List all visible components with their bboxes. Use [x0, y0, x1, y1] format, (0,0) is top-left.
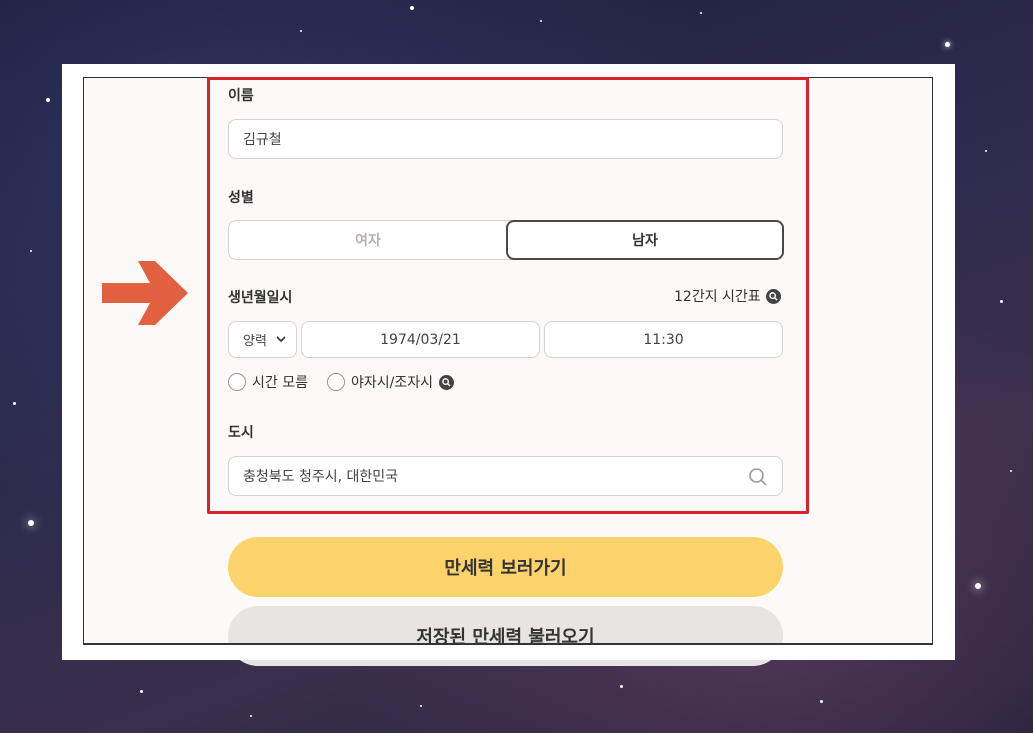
unknown-time-radio-circle: [228, 373, 246, 391]
unknown-time-label: 시간 모름: [252, 375, 308, 391]
name-input[interactable]: 김규철: [228, 119, 783, 159]
name-label: 이름: [228, 88, 254, 104]
magnifier-badge-icon: [765, 288, 781, 304]
gender-option-female[interactable]: 여자: [229, 221, 507, 259]
birth-label: 생년월일시: [228, 290, 293, 306]
night-time-label: 야자시/조자시: [351, 375, 433, 391]
arrow-right-icon: [102, 261, 188, 325]
name-value: 김규철: [243, 132, 282, 148]
search-icon[interactable]: [748, 467, 768, 487]
city-value: 충청북도 청주시, 대한민국: [243, 469, 399, 485]
frame-bottom-border: [83, 643, 933, 645]
timetable-link-label: 12간지 시간표: [674, 289, 761, 305]
night-time-radio[interactable]: 야자시/조자시: [327, 372, 454, 392]
view-manse-button[interactable]: 만세력 보러가기: [228, 537, 783, 597]
city-label: 도시: [228, 425, 254, 441]
birth-date-input[interactable]: 1974/03/21: [301, 321, 540, 358]
birth-time-value: 11:30: [643, 331, 684, 348]
magnifier-badge-icon[interactable]: [439, 374, 454, 390]
night-time-radio-circle: [327, 373, 345, 391]
gender-label: 성별: [228, 190, 254, 206]
birth-time-input[interactable]: 11:30: [544, 321, 783, 358]
gender-toggle[interactable]: 여자 남자: [228, 220, 784, 260]
calendar-type-value: 양력: [243, 334, 267, 349]
city-input[interactable]: 충청북도 청주시, 대한민국: [228, 456, 783, 496]
birth-date-value: 1974/03/21: [380, 331, 461, 348]
unknown-time-radio[interactable]: 시간 모름: [228, 372, 308, 392]
card-bottom-edge: [62, 645, 955, 660]
gender-option-male[interactable]: 남자: [506, 220, 784, 260]
timetable-link[interactable]: 12간지 시간표: [674, 286, 781, 306]
chevron-down-icon: [276, 336, 286, 343]
calendar-type-select[interactable]: 양력: [228, 321, 297, 358]
